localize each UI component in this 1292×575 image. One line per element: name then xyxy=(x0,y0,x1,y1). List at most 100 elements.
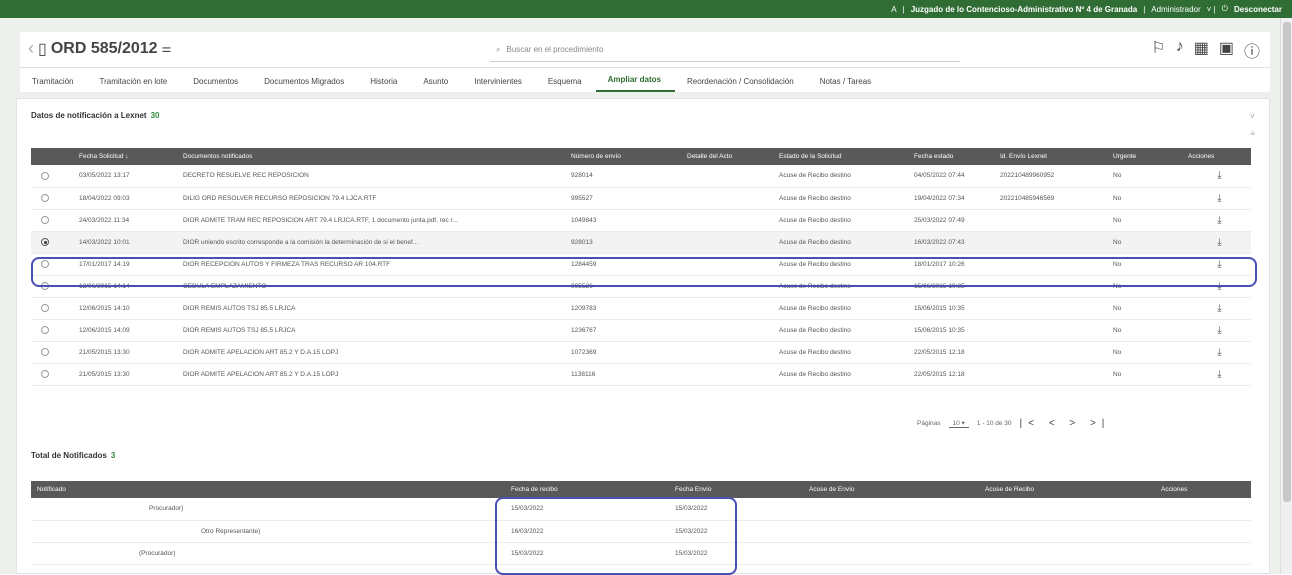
table-cell: 995527 xyxy=(565,187,681,210)
table-row[interactable]: 12/06/2015 14:14 CEDULA EMPLAZAMIENTO 9955… xyxy=(31,275,1251,298)
row-select-cell[interactable] xyxy=(31,297,73,320)
tab-5[interactable]: Asunto xyxy=(411,77,462,92)
table-row[interactable]: 21/05/2015 13:30 DIOR ADMITE APELACION AR… xyxy=(31,341,1251,364)
download-icon[interactable]: ⤓ xyxy=(1217,369,1221,380)
page-scrollbar[interactable] xyxy=(1280,18,1292,574)
table-cell: 12/06/2015 14:14 xyxy=(73,275,177,298)
row-select-cell[interactable] xyxy=(31,253,73,276)
lexnet-col-header[interactable]: Urgente xyxy=(1107,148,1182,165)
logout-link[interactable]: Desconectar xyxy=(1234,5,1282,14)
power-icon[interactable]: ⏻ xyxy=(1222,4,1228,14)
table-row[interactable]: 18/04/2022 09:03 DILIG ORD RESOLVER RECUR… xyxy=(31,187,1251,210)
row-radio[interactable] xyxy=(41,304,49,312)
row-select-cell[interactable] xyxy=(31,319,73,342)
scrollbar-thumb[interactable] xyxy=(1283,22,1291,502)
search-input[interactable]: ⌕ Buscar en el procedimiento xyxy=(490,38,960,62)
tab-1[interactable]: Tramitación en lote xyxy=(88,77,182,92)
pager-nav[interactable]: |< < > >| xyxy=(1020,418,1111,429)
table-row[interactable]: 12/06/2015 14:10 DIOR REMIS AUTOS TSJ 85.… xyxy=(31,297,1251,320)
tab-9[interactable]: Reordenación / Consolidación xyxy=(675,77,808,92)
pagination: Páginas 10 ▾ 1 - 10 de 30 |< < > >| xyxy=(917,418,1110,429)
tab-7[interactable]: Esquema xyxy=(536,77,596,92)
lexnet-count: 30 xyxy=(150,111,160,120)
download-icon[interactable]: ⤓ xyxy=(1217,215,1221,226)
table-cell: Acuse de Recibo destino xyxy=(773,275,908,298)
search-placeholder: Buscar en el procedimiento xyxy=(506,45,604,54)
row-radio[interactable] xyxy=(41,238,49,246)
table-row[interactable]: 12/06/2015 14:09 DIOR REMIS AUTOS TSJ 85.… xyxy=(31,319,1251,342)
notified-name-cell: (Procurador) xyxy=(31,542,505,565)
download-icon[interactable]: ⤓ xyxy=(1217,193,1221,204)
table-cell: 12/06/2015 14:10 xyxy=(73,297,177,320)
row-radio[interactable] xyxy=(41,348,49,356)
row-radio[interactable] xyxy=(41,370,49,378)
lexnet-col-header[interactable]: Acciones xyxy=(1182,148,1251,165)
table-row[interactable]: 14/03/2022 10:01 DIOR uniendo escrito cor… xyxy=(31,231,1251,254)
tree-icon[interactable]: ⚌ xyxy=(162,42,172,55)
received-date-cell: 16/03/2022 xyxy=(505,520,669,543)
tab-8[interactable]: Ampliar datos xyxy=(595,75,675,92)
apps-grid-icon[interactable]: ▣ xyxy=(1219,38,1234,62)
row-radio[interactable] xyxy=(41,194,49,202)
lexnet-col-header[interactable]: Documentos notificados xyxy=(177,148,565,165)
tab-3[interactable]: Documentos Migrados xyxy=(252,77,358,92)
help-icon[interactable]: ⓘ xyxy=(1244,38,1260,62)
lexnet-col-header[interactable]: Id. Envío Lexnet xyxy=(994,148,1107,165)
row-select-cell[interactable] xyxy=(31,187,73,210)
table-row[interactable]: 17/01/2017 14:19 DIOR RECEPCION AUTOS Y F… xyxy=(31,253,1251,276)
table-cell: 202210489960952 xyxy=(994,165,1107,188)
tab-2[interactable]: Documentos xyxy=(181,77,252,92)
pager-label: Páginas xyxy=(917,420,941,427)
row-radio[interactable] xyxy=(41,282,49,290)
row-radio[interactable] xyxy=(41,216,49,224)
notified-col-header: Acuse de Envío xyxy=(803,481,979,498)
row-select-cell[interactable] xyxy=(31,275,73,298)
tab-4[interactable]: Historia xyxy=(358,77,411,92)
table-row[interactable]: 03/05/2022 13:17 DECRETO RESUELVE REC REP… xyxy=(31,165,1251,188)
row-radio[interactable] xyxy=(41,171,49,180)
table-cell xyxy=(994,319,1107,342)
row-select-cell[interactable] xyxy=(31,231,73,254)
table-cell: DIOR ADMITE TRAM REC REPOSICION ART 79.4… xyxy=(177,209,565,232)
lexnet-col-header[interactable] xyxy=(31,148,73,165)
row-select-cell[interactable] xyxy=(31,341,73,364)
row-radio[interactable] xyxy=(41,260,49,268)
download-icon[interactable]: ⤓ xyxy=(1217,325,1221,336)
actions-cell: ⤓ xyxy=(1182,319,1251,342)
back-chevron-icon[interactable]: ‹ xyxy=(28,38,34,59)
calendar-icon[interactable]: ▦ xyxy=(1194,38,1209,62)
tab-10[interactable]: Notas / Tareas xyxy=(808,77,885,92)
lexnet-col-header[interactable]: Número de envío xyxy=(565,148,681,165)
table-cell: 22/05/2015 12:18 xyxy=(908,341,994,364)
bell-icon[interactable]: ♪ xyxy=(1176,38,1184,62)
bookmark-icon[interactable]: ▯ xyxy=(38,39,47,59)
row-select-cell[interactable] xyxy=(31,363,73,386)
download-icon[interactable]: ⤓ xyxy=(1217,170,1221,181)
lexnet-col-header[interactable]: Fecha Solicitud ↓ xyxy=(73,148,177,165)
filter-icon[interactable]: ≡ xyxy=(1250,129,1255,138)
tab-0[interactable]: Tramitación xyxy=(20,77,88,92)
table-cell: 17/01/2017 14:19 xyxy=(73,253,177,276)
table-cell: Acuse de Recibo destino xyxy=(773,297,908,320)
role-selector[interactable]: Administrador xyxy=(1151,5,1200,14)
table-row[interactable]: 24/03/2022 11:34 DIOR ADMITE TRAM REC REP… xyxy=(31,209,1251,232)
flag-icon[interactable]: ⚐ xyxy=(1151,38,1165,62)
download-icon[interactable]: ⤓ xyxy=(1217,259,1221,270)
lexnet-col-header[interactable]: Fecha estado xyxy=(908,148,994,165)
table-cell: 22/05/2015 12:18 xyxy=(908,363,994,386)
lexnet-col-header[interactable]: Detalle del Acto xyxy=(681,148,773,165)
row-select-cell[interactable] xyxy=(31,209,73,232)
lexnet-col-header[interactable]: Estado de la Solicitud xyxy=(773,148,908,165)
row-radio[interactable] xyxy=(41,326,49,334)
download-icon[interactable]: ⤓ xyxy=(1217,237,1221,248)
actions-cell: ⤓ xyxy=(1182,209,1251,232)
table-row[interactable]: 21/05/2015 13:30 DIOR ADMITE APELACION AR… xyxy=(31,363,1251,386)
tab-6[interactable]: Intervinientes xyxy=(462,77,536,92)
download-icon[interactable]: ⤓ xyxy=(1217,303,1221,314)
table-cell: 21/05/2015 13:30 xyxy=(73,341,177,364)
page-size-select[interactable]: 10 ▾ xyxy=(948,419,969,428)
collapse-chevron-icon[interactable]: ˅ xyxy=(1250,111,1255,121)
download-icon[interactable]: ⤓ xyxy=(1217,347,1221,358)
download-icon[interactable]: ⤓ xyxy=(1217,281,1221,292)
row-select-cell[interactable] xyxy=(31,165,73,188)
